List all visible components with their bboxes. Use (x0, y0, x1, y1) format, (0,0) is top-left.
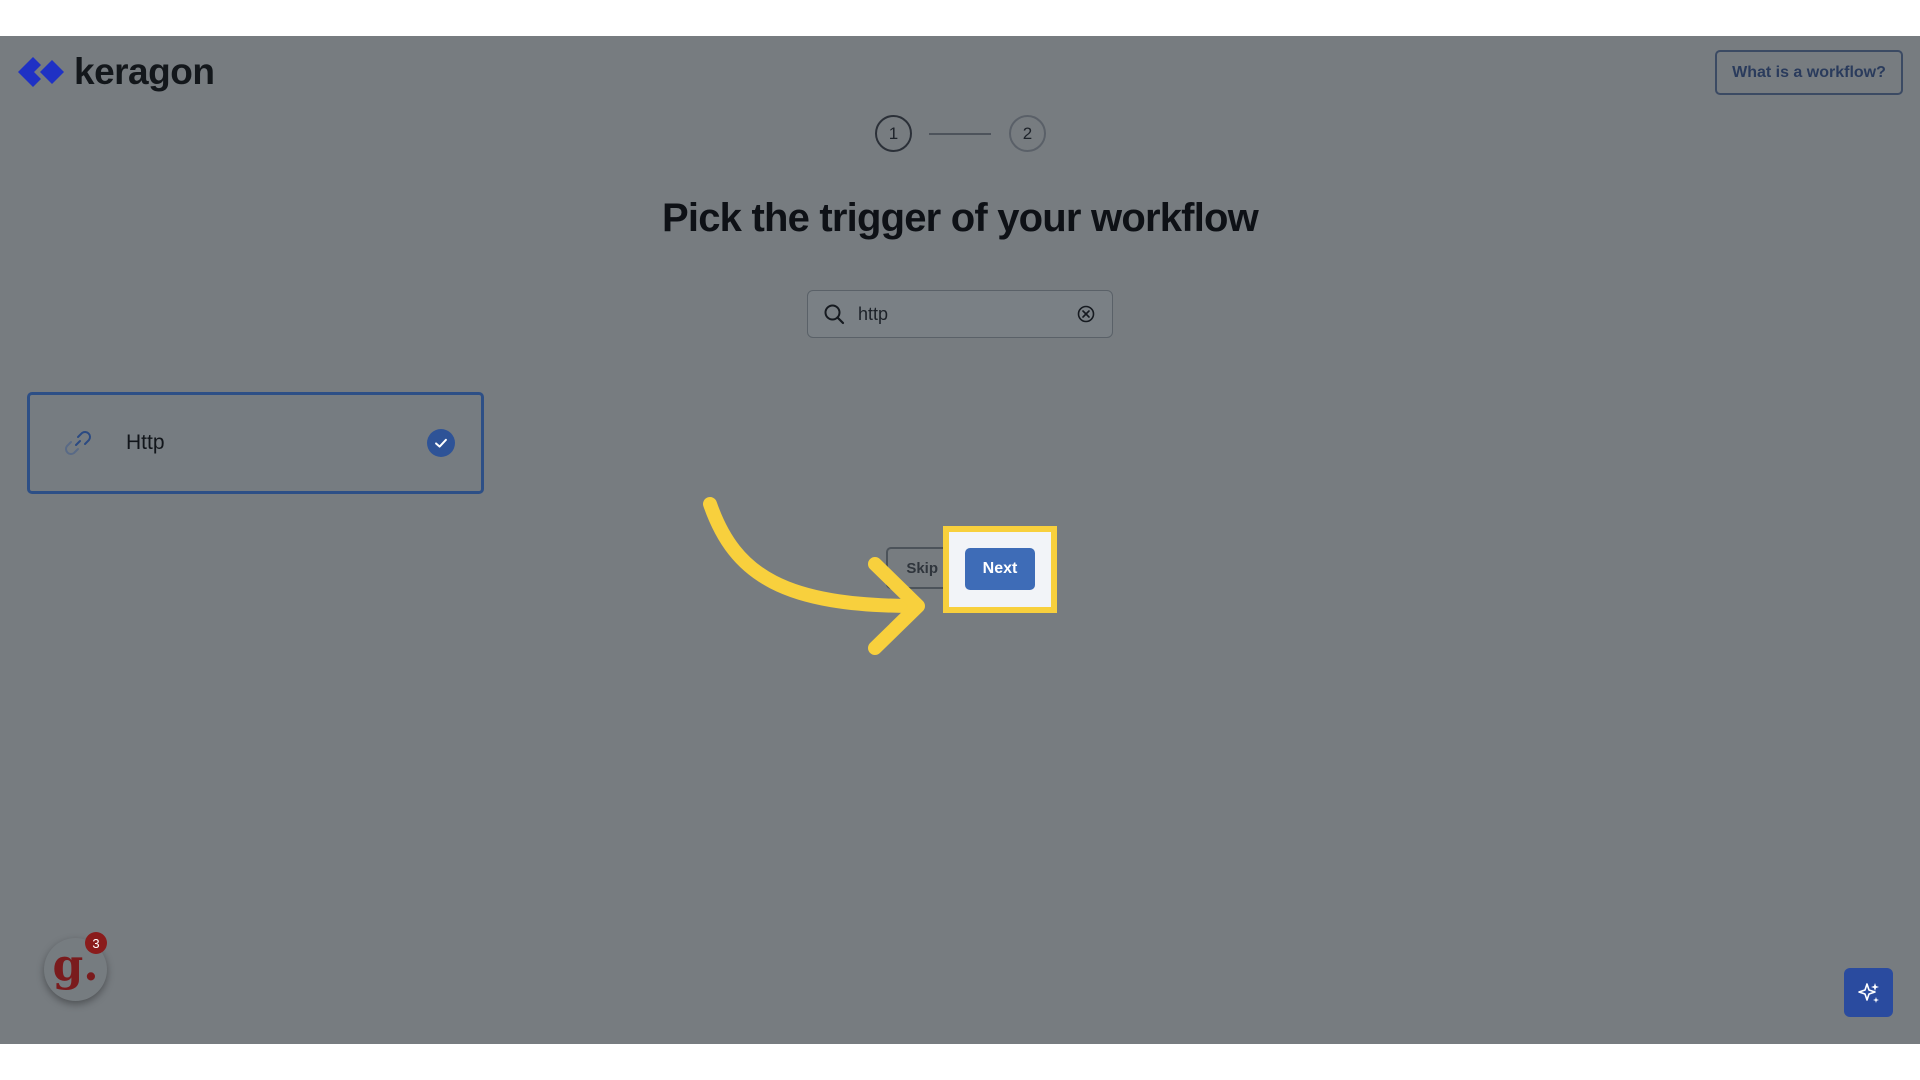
app-screen: keragon What is a workflow? 1 2 Pick the… (0, 36, 1920, 1044)
what-is-workflow-button[interactable]: What is a workflow? (1715, 50, 1903, 95)
step-2: 2 (1009, 115, 1046, 152)
step-1: 1 (875, 115, 912, 152)
notification-badge: 3 (85, 932, 107, 954)
next-button[interactable]: Next (965, 548, 1035, 590)
page-title: Pick the trigger of your workflow (662, 196, 1259, 240)
step-connector (929, 133, 991, 135)
trigger-card-http[interactable]: Http (27, 392, 484, 494)
search-input[interactable]: http (858, 304, 1076, 325)
selected-check-icon (427, 429, 455, 457)
trigger-card-label: Http (126, 431, 165, 454)
modal-overlay: keragon What is a workflow? 1 2 Pick the… (0, 36, 1920, 1044)
trigger-search[interactable]: http (807, 290, 1113, 338)
g-assistant-avatar[interactable]: g. 3 (44, 932, 107, 1001)
keragon-logo-icon (18, 57, 64, 87)
search-icon (824, 304, 845, 325)
stepper: 1 2 (875, 115, 1046, 155)
keragon-logo: keragon (18, 51, 215, 92)
clear-search-icon[interactable] (1076, 304, 1096, 324)
sparkle-icon (1857, 982, 1879, 1003)
ai-assistant-button[interactable] (1844, 968, 1893, 1017)
annotation-arrow (703, 497, 925, 655)
brand-name: keragon (74, 51, 215, 92)
link-icon (65, 431, 91, 455)
